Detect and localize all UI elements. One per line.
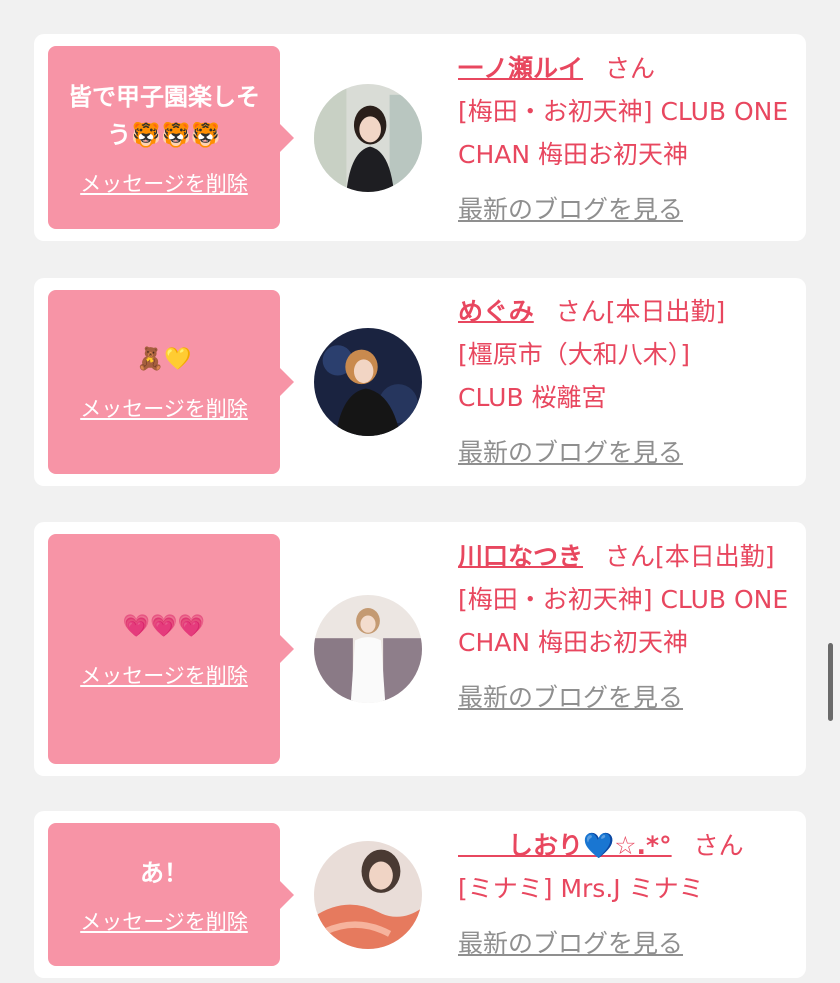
avatar[interactable] — [314, 595, 422, 703]
avatar[interactable] — [314, 841, 422, 949]
honorific: さん — [693, 831, 744, 860]
avatar[interactable] — [314, 328, 422, 436]
latest-blog-link[interactable]: 最新のブログを見る — [458, 676, 683, 719]
shop-label: [ミナミ] Mrs.J ミナミ — [458, 874, 704, 903]
latest-blog-link[interactable]: 最新のブログを見る — [458, 922, 683, 965]
honorific: さん — [555, 297, 606, 326]
honorific: さん — [605, 54, 656, 83]
status-label: [本日出勤] — [655, 542, 775, 571]
message-text: あ！ — [140, 858, 188, 887]
favorite-card: 🧸💛 メッセージを削除 めぐみ さん[本日出勤] [橿原市（大和八木）] CLUB… — [34, 278, 806, 486]
shop-label: [梅田・お初天神] CLUB ONE CHAN 梅田お初天神 — [458, 585, 789, 657]
message-text: 皆で甲子園楽しそう🐯🐯🐯 — [68, 82, 260, 149]
shop-label: [橿原市（大和八木）] CLUB 桜離宮 — [458, 340, 691, 412]
delete-message-link[interactable]: メッセージを削除 — [80, 906, 248, 936]
message-text: 🧸💛 — [136, 347, 192, 372]
message-text: 💗💗💗 — [122, 614, 206, 639]
cast-info: 一ノ瀬ルイ さん [梅田・お初天神] CLUB ONE CHAN 梅田お初天神 最… — [458, 47, 798, 231]
message-bubble: 💗💗💗 メッセージを削除 — [48, 534, 294, 764]
cast-info: しおり💙☆.*° さん [ミナミ] Mrs.J ミナミ 最新のブログを見る — [458, 824, 798, 965]
favorite-card: あ！ メッセージを削除 しおり💙☆.*° さん [ミナミ] Mrs.J ミナミ 最… — [34, 811, 806, 978]
cast-name-link[interactable]: 一ノ瀬ルイ — [458, 54, 583, 83]
scrollbar[interactable] — [828, 643, 833, 721]
message-bubble: 皆で甲子園楽しそう🐯🐯🐯 メッセージを削除 — [48, 46, 294, 229]
latest-blog-link[interactable]: 最新のブログを見る — [458, 431, 683, 474]
message-bubble: あ！ メッセージを削除 — [48, 823, 294, 966]
delete-message-link[interactable]: メッセージを削除 — [80, 168, 248, 198]
cast-name-link[interactable]: 川口なつき — [458, 542, 583, 571]
cast-name-link[interactable]: しおり💙☆.*° — [458, 831, 672, 860]
delete-message-link[interactable]: メッセージを削除 — [80, 660, 248, 690]
shop-label: [梅田・お初天神] CLUB ONE CHAN 梅田お初天神 — [458, 97, 789, 169]
status-label: [本日出勤] — [605, 297, 726, 326]
favorite-card: 💗💗💗 メッセージを削除 川口なつき さん[本日出勤] [梅田・お初天神] CLU… — [34, 522, 806, 776]
cast-name-link[interactable]: めぐみ — [458, 297, 534, 326]
honorific: さん — [605, 542, 656, 571]
delete-message-link[interactable]: メッセージを削除 — [80, 393, 248, 423]
avatar[interactable] — [314, 84, 422, 192]
favorite-card: 皆で甲子園楽しそう🐯🐯🐯 メッセージを削除 一ノ瀬ルイ さん [梅田・お初天神] … — [34, 34, 806, 241]
message-bubble: 🧸💛 メッセージを削除 — [48, 290, 294, 474]
cast-info: めぐみ さん[本日出勤] [橿原市（大和八木）] CLUB 桜離宮 最新のブログを… — [458, 290, 798, 474]
latest-blog-link[interactable]: 最新のブログを見る — [458, 188, 683, 231]
cast-info: 川口なつき さん[本日出勤] [梅田・お初天神] CLUB ONE CHAN 梅田… — [458, 535, 798, 719]
